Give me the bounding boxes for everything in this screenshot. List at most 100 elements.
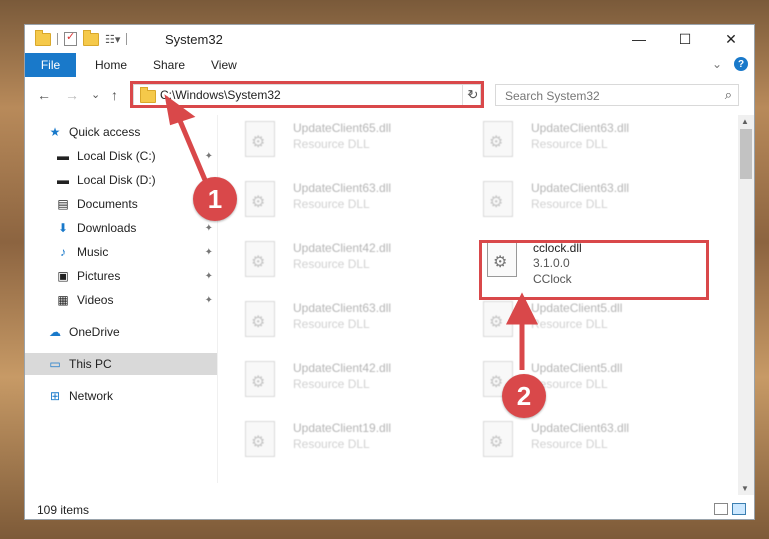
- maximize-button[interactable]: ☐: [662, 25, 708, 53]
- vertical-scrollbar[interactable]: ▲ ▼: [738, 115, 754, 495]
- sidebar-item-this-pc[interactable]: ▭ This PC: [25, 353, 217, 375]
- explorer-window: ☷▾ System32 — ☐ ✕ File Home Share View ⌄…: [24, 24, 755, 520]
- sidebar-item-label: Music: [77, 245, 109, 259]
- pin-icon: ✦: [204, 270, 213, 282]
- file-name: UpdateClient5.dll: [531, 361, 623, 375]
- file-description: Resource DLL: [531, 437, 608, 451]
- customize-toolbar-icon[interactable]: ☷▾: [105, 33, 120, 46]
- sidebar-item-label: Quick access: [69, 125, 141, 139]
- address-highlight-box: [130, 81, 484, 108]
- list-item[interactable]: UpdateClient5.dll Resource DLL: [463, 355, 673, 405]
- tab-view[interactable]: View: [211, 53, 237, 77]
- music-icon: ♪: [60, 245, 66, 259]
- window-title: System32: [165, 32, 223, 47]
- divider: [57, 33, 58, 45]
- list-item[interactable]: UpdateClient19.dll Resource DLL: [225, 415, 435, 465]
- file-description: Resource DLL: [531, 197, 608, 211]
- dll-file-icon: [483, 121, 513, 157]
- scroll-up-icon[interactable]: ▲: [741, 117, 749, 126]
- recent-locations-icon[interactable]: ⌄: [91, 88, 100, 101]
- sidebar-item-downloads[interactable]: ⬇ Downloads ✦: [55, 217, 217, 239]
- search-input[interactable]: Search System32 ⌕: [495, 84, 739, 106]
- list-item[interactable]: UpdateClient5.dll Resource DLL: [463, 295, 673, 345]
- dll-file-icon: [245, 361, 275, 397]
- file-description: Resource DLL: [293, 197, 370, 211]
- file-name: UpdateClient42.dll: [293, 241, 392, 255]
- video-icon: ▦: [57, 293, 69, 307]
- scroll-down-icon[interactable]: ▼: [741, 484, 749, 493]
- file-name: UpdateClient65.dll: [293, 121, 392, 135]
- sidebar-item-label: Pictures: [77, 269, 121, 283]
- list-item[interactable]: UpdateClient65.dll Resource DLL: [225, 115, 435, 165]
- file-description: Resource DLL: [293, 257, 370, 271]
- folder-icon: [35, 29, 51, 46]
- sidebar-item-pictures[interactable]: ▣ Pictures ✦: [55, 265, 217, 287]
- list-item[interactable]: UpdateClient42.dll Resource DLL: [225, 235, 435, 285]
- sidebar-item-label: This PC: [69, 357, 112, 371]
- sidebar-item-label: Videos: [77, 293, 114, 307]
- search-placeholder: Search System32: [505, 89, 600, 103]
- list-item[interactable]: UpdateClient63.dll Resource DLL: [463, 175, 673, 225]
- sidebar-item-quick-access[interactable]: ★ Quick access: [47, 121, 239, 143]
- collapse-ribbon-icon[interactable]: ⌄: [712, 57, 722, 71]
- navigation-pane: ★ Quick access ▬ Local Disk (C:) ✦ ▬ Loc…: [25, 115, 217, 483]
- tiles-view-icon[interactable]: [732, 503, 746, 515]
- file-description: Resource DLL: [293, 437, 370, 451]
- scroll-thumb[interactable]: [740, 129, 752, 179]
- dll-file-icon: [245, 301, 275, 337]
- minimize-button[interactable]: —: [616, 25, 662, 53]
- dll-file-icon: [245, 241, 275, 277]
- sidebar-item-network[interactable]: ⊞ Network: [47, 385, 217, 407]
- list-item[interactable]: UpdateClient42.dll Resource DLL: [225, 355, 435, 405]
- file-name: UpdateClient63.dll: [531, 121, 630, 135]
- tab-share[interactable]: Share: [153, 53, 185, 77]
- close-button[interactable]: ✕: [708, 25, 754, 53]
- pin-icon: ✦: [204, 222, 213, 234]
- quick-access-toolbar: ☷▾: [35, 29, 128, 46]
- dll-file-icon: [483, 181, 513, 217]
- pin-icon: ✦: [204, 294, 213, 306]
- sidebar-item-label: Local Disk (C:): [77, 149, 156, 163]
- list-item[interactable]: UpdateClient63.dll Resource DLL: [225, 175, 435, 225]
- details-view-icon[interactable]: [714, 503, 728, 515]
- tab-file[interactable]: File: [25, 53, 76, 77]
- download-icon: ⬇: [57, 221, 69, 235]
- drive-icon: ▬: [57, 173, 69, 187]
- list-item[interactable]: UpdateClient63.dll Resource DLL: [225, 295, 435, 345]
- tab-home[interactable]: Home: [95, 53, 127, 77]
- ribbon-right: ⌄ ?: [712, 57, 748, 71]
- window-controls: — ☐ ✕: [616, 25, 754, 53]
- file-name: UpdateClient63.dll: [293, 181, 392, 195]
- sidebar-item-music[interactable]: ♪ Music ✦: [55, 241, 217, 263]
- dll-file-icon: [245, 181, 275, 217]
- sidebar-item-local-disk-c[interactable]: ▬ Local Disk (C:) ✦: [55, 145, 217, 167]
- up-arrow-icon[interactable]: ↑: [111, 87, 118, 103]
- forward-arrow-icon[interactable]: →: [65, 87, 79, 103]
- file-description: Resource DLL: [531, 317, 608, 331]
- search-icon[interactable]: ⌕: [725, 87, 732, 103]
- list-item[interactable]: UpdateClient63.dll Resource DLL: [463, 415, 673, 465]
- sidebar-item-videos[interactable]: ▦ Videos ✦: [55, 289, 217, 311]
- new-folder-icon[interactable]: [83, 29, 99, 46]
- list-item[interactable]: UpdateClient63.dll Resource DLL: [463, 115, 673, 165]
- sidebar-item-local-disk-d[interactable]: ▬ Local Disk (D:): [55, 169, 217, 191]
- drive-icon: ▬: [57, 149, 69, 163]
- computer-icon: ▭: [49, 357, 61, 371]
- sidebar-item-label: Documents: [77, 197, 138, 211]
- sidebar-item-label: OneDrive: [69, 325, 120, 339]
- sidebar-item-label: Downloads: [77, 221, 137, 235]
- view-buttons: [714, 503, 746, 515]
- file-name: UpdateClient19.dll: [293, 421, 392, 435]
- pin-icon: ✦: [204, 246, 213, 258]
- back-arrow-icon[interactable]: ←: [37, 87, 51, 103]
- sidebar-item-onedrive[interactable]: ☁ OneDrive: [47, 321, 217, 343]
- file-name: UpdateClient5.dll: [531, 301, 623, 315]
- file-description: Resource DLL: [293, 137, 370, 151]
- file-name: UpdateClient63.dll: [531, 181, 630, 195]
- dll-file-icon: [483, 421, 513, 457]
- divider: [126, 33, 128, 45]
- title-bar: ☷▾ System32 — ☐ ✕: [25, 25, 754, 53]
- properties-check-icon[interactable]: [64, 30, 77, 46]
- cloud-icon: ☁: [49, 325, 61, 339]
- help-icon[interactable]: ?: [734, 57, 748, 71]
